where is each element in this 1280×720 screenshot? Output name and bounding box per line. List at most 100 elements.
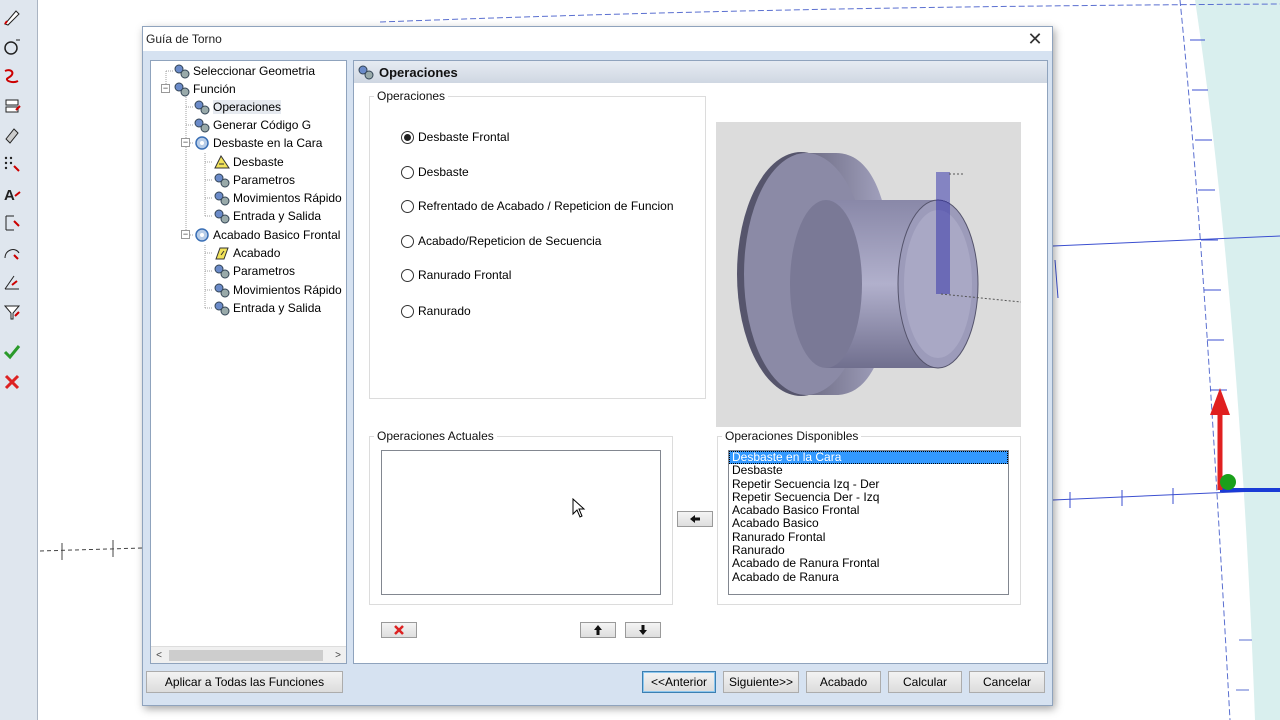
gear-icon bbox=[195, 228, 209, 242]
tree-item-label: Parametros bbox=[233, 173, 296, 187]
dialog-title: Guía de Torno bbox=[146, 32, 222, 46]
radio-button[interactable] bbox=[401, 234, 414, 248]
tree-item-desbaste[interactable]: Desbaste bbox=[213, 153, 284, 171]
available-operations-list[interactable]: Desbaste en la Cara Desbaste Repetir Sec… bbox=[728, 450, 1009, 595]
list-item[interactable]: Acabado de Ranura Frontal bbox=[729, 557, 1008, 570]
list-item[interactable]: Desbaste bbox=[729, 464, 1008, 477]
tree-item-label: Desbaste bbox=[233, 155, 284, 169]
close-button[interactable]: ✕ bbox=[1024, 29, 1046, 49]
tree-item-movimientos-1[interactable]: Movimientos Rápido bbox=[213, 189, 342, 207]
scroll-right-arrow[interactable]: > bbox=[330, 648, 346, 663]
list-item[interactable]: Acabado Basico Frontal bbox=[729, 504, 1008, 517]
scroll-thumb[interactable] bbox=[169, 650, 323, 661]
list-item[interactable]: Desbaste en la Cara bbox=[729, 451, 1008, 465]
delete-operation-button[interactable] bbox=[381, 622, 417, 638]
group-label: Operaciones bbox=[377, 89, 446, 103]
radio-label: Desbaste Frontal bbox=[418, 130, 510, 144]
layer-tool-icon[interactable] bbox=[1, 95, 23, 117]
next-button[interactable]: Siguiente>> bbox=[723, 671, 799, 693]
funnel-tool-icon[interactable] bbox=[1, 301, 23, 323]
current-operations-list[interactable] bbox=[381, 450, 661, 595]
title-bar: Guía de Torno ✕ bbox=[143, 27, 1052, 51]
tree-item-label: Operaciones bbox=[213, 100, 282, 114]
add-operation-button[interactable] bbox=[677, 511, 713, 527]
tree-horizontal-scrollbar[interactable]: < > bbox=[151, 646, 346, 663]
function-tree: − − − Seleccionar Geometria Función Oper… bbox=[150, 60, 347, 664]
gear-icon bbox=[194, 118, 210, 133]
radio-button[interactable] bbox=[401, 268, 414, 282]
radio-button[interactable] bbox=[401, 165, 414, 179]
tree-item-parametros-1[interactable]: Parametros bbox=[213, 171, 295, 189]
panel-header: Operaciones bbox=[354, 61, 1047, 83]
apply-all-button[interactable]: Aplicar a Todas las Funciones bbox=[146, 671, 343, 693]
panel-title: Operaciones bbox=[379, 64, 458, 80]
finishing-icon bbox=[215, 247, 229, 260]
radio-refrentado-acabado[interactable]: Refrentado de Acabado / Repeticion de Fu… bbox=[401, 199, 674, 213]
tree-item-generar-codigo[interactable]: Generar Código G bbox=[193, 116, 311, 134]
tree-item-acabado[interactable]: Acabado bbox=[213, 244, 280, 262]
dimension-tool-icon[interactable] bbox=[1, 212, 23, 234]
tree-item-seleccionar-geometria[interactable]: Seleccionar Geometria bbox=[173, 62, 315, 80]
tree-item-funcion[interactable]: Función bbox=[173, 80, 236, 98]
tree-item-parametros-2[interactable]: Parametros bbox=[213, 262, 295, 280]
expander-funcion[interactable]: − bbox=[161, 84, 170, 93]
grid-tool-icon[interactable] bbox=[1, 153, 23, 175]
arc-dimension-icon[interactable] bbox=[1, 242, 23, 264]
tree-item-entrada-salida-2[interactable]: Entrada y Salida bbox=[213, 299, 321, 317]
spline-tool-icon[interactable] bbox=[1, 65, 23, 87]
fill-tool-icon[interactable] bbox=[1, 124, 23, 146]
gear-icon bbox=[214, 301, 230, 316]
radio-button[interactable] bbox=[401, 130, 414, 144]
tree-item-movimientos-2[interactable]: Movimientos Rápido bbox=[213, 281, 342, 299]
group-label: Operaciones Actuales bbox=[377, 429, 494, 443]
radio-label: Ranurado bbox=[418, 304, 471, 318]
radio-ranurado[interactable]: Ranurado bbox=[401, 304, 471, 318]
tree-item-desbaste-cara[interactable]: Desbaste en la Cara bbox=[193, 134, 322, 152]
tree-item-acabado-frontal[interactable]: Acabado Basico Frontal bbox=[193, 226, 340, 244]
arrow-up-icon bbox=[594, 625, 602, 635]
circle-tool-icon[interactable] bbox=[1, 36, 23, 58]
list-item[interactable]: Acabado de Ranura bbox=[729, 570, 1008, 584]
radio-desbaste[interactable]: Desbaste bbox=[401, 165, 469, 179]
lathe-wizard-dialog: Guía de Torno ✕ − − − Seleccionar Geomet… bbox=[142, 26, 1053, 706]
tree-item-entrada-salida-1[interactable]: Entrada y Salida bbox=[213, 207, 321, 225]
tree-item-label: Seleccionar Geometria bbox=[193, 64, 316, 78]
tree-item-operaciones[interactable]: Operaciones bbox=[193, 98, 282, 116]
text-tool-icon[interactable]: A bbox=[1, 183, 23, 205]
move-down-button[interactable] bbox=[625, 622, 661, 638]
tree-item-label: Movimientos Rápido bbox=[233, 191, 342, 205]
angle-tool-icon[interactable] bbox=[1, 271, 23, 293]
list-item[interactable]: Ranurado bbox=[729, 543, 1008, 557]
gear-icon bbox=[195, 136, 209, 150]
move-up-button[interactable] bbox=[580, 622, 616, 638]
mouse-cursor-icon bbox=[572, 498, 586, 518]
radio-button[interactable] bbox=[401, 304, 414, 318]
list-item[interactable]: Ranurado Frontal bbox=[729, 530, 1008, 544]
tree-item-label: Entrada y Salida bbox=[233, 301, 322, 315]
cancel-button[interactable]: Cancelar bbox=[969, 671, 1045, 693]
radio-label: Acabado/Repeticion de Secuencia bbox=[418, 234, 602, 248]
delete-x-icon bbox=[394, 625, 404, 635]
radio-button[interactable] bbox=[401, 199, 414, 213]
list-item[interactable]: Repetir Secuencia Izq - Der bbox=[729, 477, 1008, 491]
accept-icon[interactable] bbox=[1, 341, 23, 363]
calculate-button[interactable]: Calcular bbox=[888, 671, 962, 693]
expander-desbaste-cara[interactable]: − bbox=[181, 138, 190, 147]
operations-panel: Operaciones Operaciones Desbaste Frontal… bbox=[353, 60, 1048, 664]
pencil-tool-icon[interactable] bbox=[1, 6, 23, 28]
arrow-left-icon bbox=[690, 515, 700, 523]
tree-item-label: Desbaste en la Cara bbox=[213, 136, 323, 150]
expander-acabado-frontal[interactable]: − bbox=[181, 230, 190, 239]
gear-icon bbox=[358, 65, 374, 80]
tree-item-label: Función bbox=[193, 82, 236, 96]
radio-desbaste-frontal[interactable]: Desbaste Frontal bbox=[401, 130, 509, 144]
reject-icon[interactable] bbox=[1, 371, 23, 393]
scroll-left-arrow[interactable]: < bbox=[151, 648, 167, 663]
previous-button[interactable]: <<Anterior bbox=[642, 671, 716, 693]
radio-acabado-repeticion[interactable]: Acabado/Repeticion de Secuencia bbox=[401, 234, 601, 248]
list-item[interactable]: Repetir Secuencia Der - Izq bbox=[729, 490, 1008, 504]
list-item[interactable]: Acabado Basico bbox=[729, 517, 1008, 530]
radio-ranurado-frontal[interactable]: Ranurado Frontal bbox=[401, 268, 511, 282]
radio-label: Refrentado de Acabado / Repeticion de Fu… bbox=[418, 199, 674, 213]
finish-button[interactable]: Acabado bbox=[806, 671, 881, 693]
